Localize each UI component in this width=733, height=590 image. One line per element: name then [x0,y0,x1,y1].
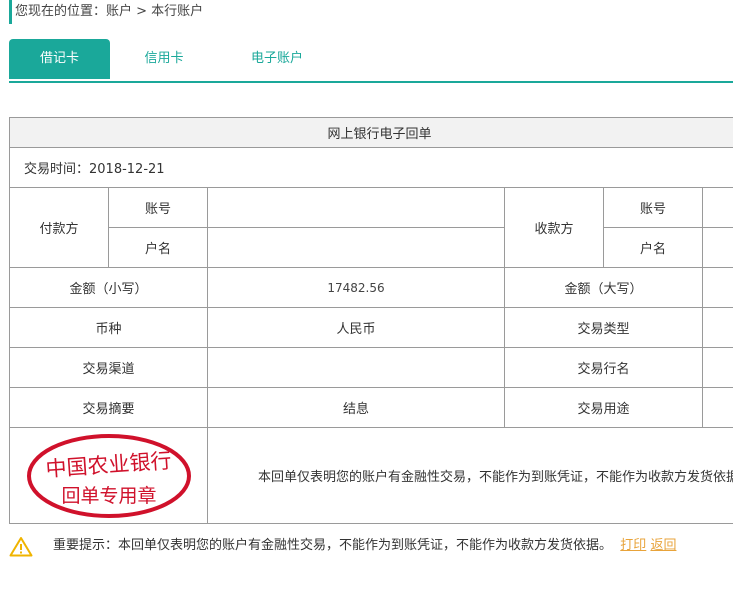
electronic-receipt: 网上银行电子回单 交易时间：2018-12-21 付款方 账号 收款方 账号 户… [8,117,733,524]
payee-account-no-label: 账号 [603,187,703,228]
summary-value: 结息 [207,387,505,428]
bank-name-label: 交易行名 [504,347,703,388]
payee-account-name [701,227,733,268]
payer-account-no [207,187,505,228]
channel-label: 交易渠道 [9,347,208,388]
amount-small-label: 金额（小写） [9,267,208,308]
tab-electronic-account[interactable]: 电子账户 [229,39,325,79]
bank-name-value [701,347,733,388]
summary-label: 交易摘要 [9,387,208,428]
important-tip-text: 重要提示：本回单仅表明您的账户有金融性交易，不能作为到账凭证，不能作为收款方发货… [53,538,613,553]
stamp-line1: 中国农业银行 [44,448,171,481]
currency-label: 币种 [9,307,208,348]
payee-account-no [701,187,733,228]
amount-big-label: 金额（大写） [504,267,703,308]
warning-icon [9,537,33,557]
payer-account-name-label: 户名 [108,227,208,268]
amount-big-value [701,267,733,308]
tab-credit-card[interactable]: 信用卡 [123,39,205,79]
payer-account-no-label: 账号 [108,187,208,228]
transaction-type-label: 交易类型 [504,307,703,348]
purpose-label: 交易用途 [504,387,703,428]
purpose-value [701,387,733,428]
payer-label: 付款方 [9,187,109,268]
receipt-notice: 本回单仅表明您的账户有金融性交易，不能作为到账凭证，不能作为收款方发货依据。 [206,427,733,524]
currency-value: 人民币 [207,307,505,348]
channel-value [207,347,505,388]
payee-label: 收款方 [504,187,604,268]
breadcrumb: 您现在的位置：账户 > 本行账户 [9,0,203,24]
print-link[interactable]: 打印 [620,538,646,553]
amount-small-value: 17482.56 [207,267,505,308]
back-link[interactable]: 返回 [650,538,676,553]
stamp-cell: 中国农业银行 回单专用章 [9,427,208,524]
transaction-date: 交易时间：2018-12-21 [8,147,733,188]
bank-seal-stamp: 中国农业银行 回单专用章 [26,433,191,518]
transaction-type-value [701,307,733,348]
receipt-title: 网上银行电子回单 [8,117,733,148]
account-tabs: 借记卡 信用卡 电子账户 [9,39,733,83]
payer-account-name [207,227,505,268]
tab-debit-card[interactable]: 借记卡 [9,39,110,79]
payee-account-name-label: 户名 [603,227,703,268]
stamp-line2: 回单专用章 [61,485,156,507]
